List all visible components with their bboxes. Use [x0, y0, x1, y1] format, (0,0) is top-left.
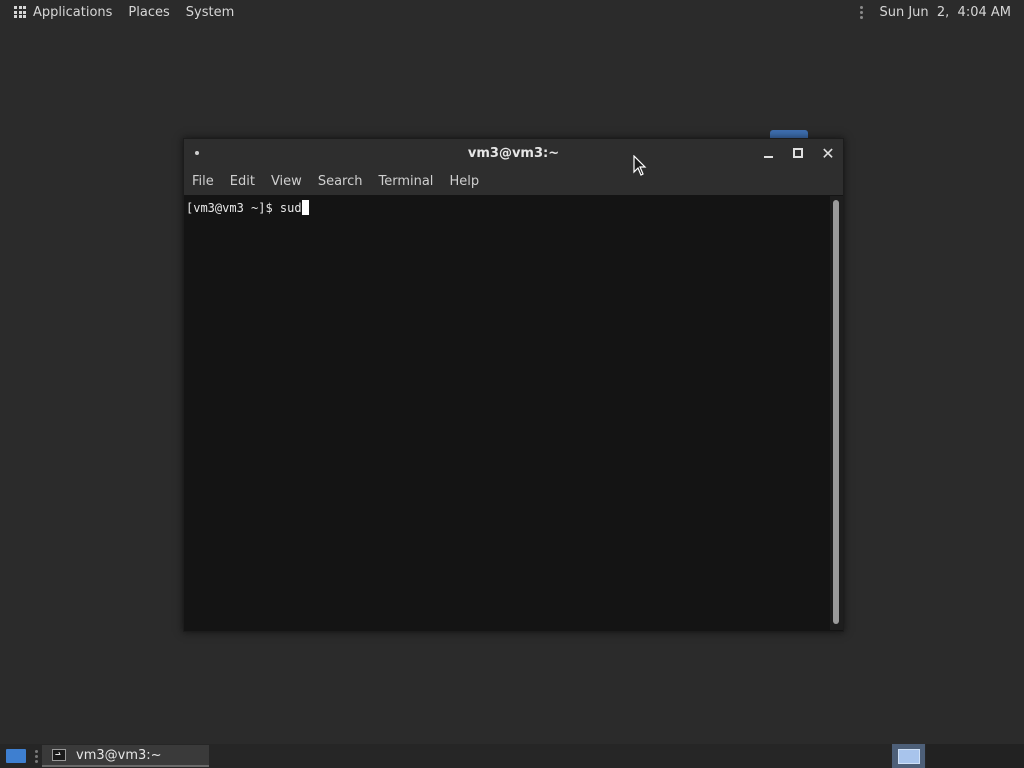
panel-handle-icon[interactable]: [860, 5, 864, 19]
close-button[interactable]: ✕: [819, 143, 837, 163]
menu-search[interactable]: Search: [318, 174, 363, 189]
mouse-pointer-icon: [633, 155, 647, 176]
minimize-icon: [763, 156, 773, 158]
window-title: vm3@vm3:~: [467, 145, 560, 161]
shell-prompt: [vm3@vm3 ~]$: [186, 201, 280, 215]
menu-view[interactable]: View: [271, 174, 302, 189]
prompt-line: [vm3@vm3 ~]$ sud: [186, 200, 309, 215]
workspace-2-button[interactable]: [926, 744, 1024, 768]
maximize-icon: [793, 148, 803, 158]
bottom-panel: vm3@vm3:~: [0, 744, 1024, 768]
top-panel-right: Sun Jun 2, 4:04 AM: [860, 5, 1011, 20]
show-desktop-button[interactable]: [6, 749, 26, 763]
window-menu-icon[interactable]: [195, 151, 199, 155]
maximize-button[interactable]: [789, 144, 807, 162]
text-cursor: [301, 200, 309, 215]
minimize-button[interactable]: [759, 144, 777, 162]
panel-handle-icon[interactable]: [35, 750, 38, 763]
menu-help[interactable]: Help: [449, 174, 479, 189]
workspace-window-icon: [897, 748, 920, 764]
menu-applications[interactable]: Applications: [33, 5, 112, 20]
close-icon: ✕: [821, 143, 835, 163]
top-panel: Applications Places System Sun Jun 2, 4:…: [0, 0, 1024, 24]
menu-system[interactable]: System: [186, 5, 234, 20]
window-titlebar[interactable]: vm3@vm3:~ ✕: [184, 139, 843, 167]
terminal-window: vm3@vm3:~ ✕ File Edit View Search Termin…: [183, 138, 844, 632]
menu-places[interactable]: Places: [128, 5, 169, 20]
menu-file[interactable]: File: [192, 174, 214, 189]
apps-grid-icon[interactable]: [14, 6, 26, 18]
taskbar-item-label: vm3@vm3:~: [76, 747, 162, 763]
taskbar-item-terminal[interactable]: vm3@vm3:~: [42, 745, 209, 767]
menu-edit[interactable]: Edit: [230, 174, 255, 189]
scrollbar-thumb[interactable]: [833, 200, 839, 624]
clock[interactable]: Sun Jun 2, 4:04 AM: [879, 5, 1011, 20]
window-menubar: File Edit View Search Terminal Help: [184, 167, 843, 195]
terminal-icon: [52, 749, 66, 761]
scrollbar[interactable]: [830, 196, 843, 630]
command-input[interactable]: sud: [280, 201, 302, 215]
menu-terminal[interactable]: Terminal: [378, 174, 433, 189]
workspace-1-button[interactable]: [892, 744, 925, 768]
terminal-area[interactable]: [vm3@vm3 ~]$ sud: [184, 196, 830, 630]
